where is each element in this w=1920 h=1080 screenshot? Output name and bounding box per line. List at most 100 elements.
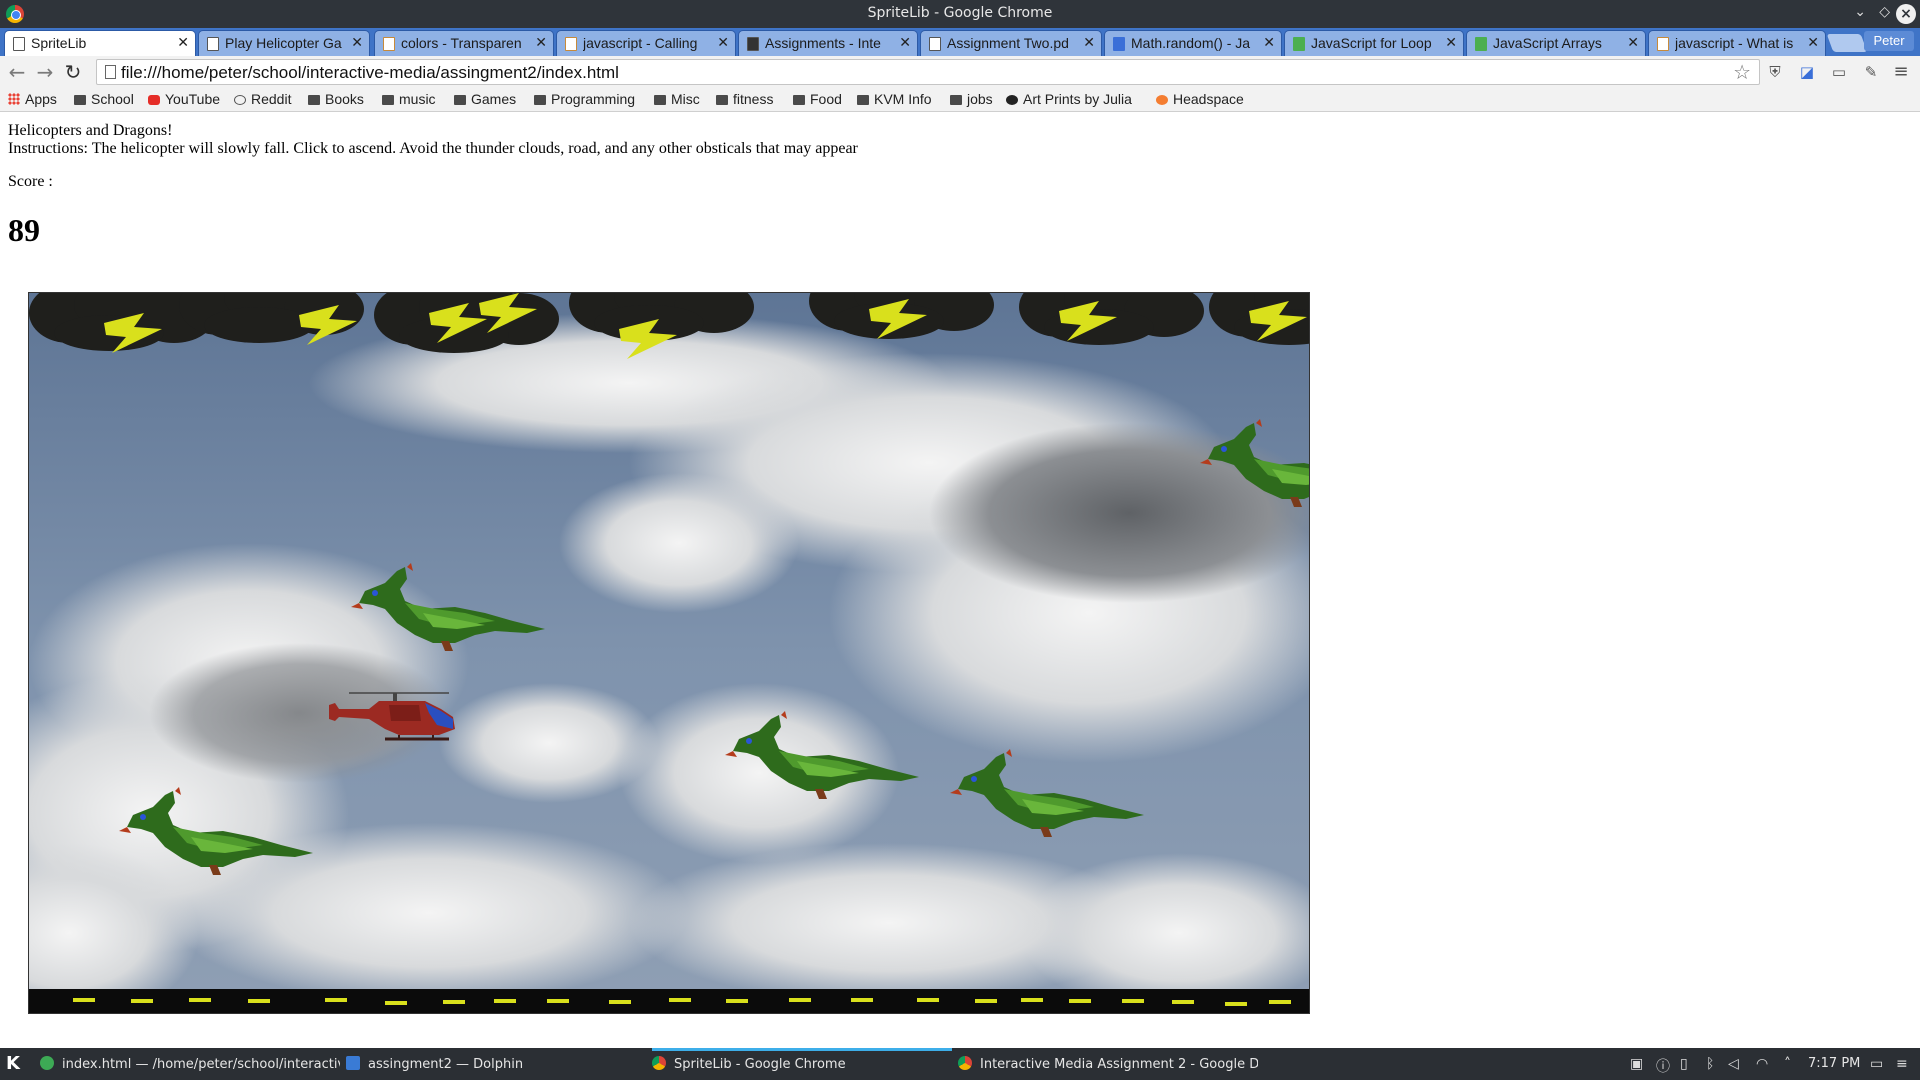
tab-close-icon[interactable]: ✕ [351, 34, 363, 51]
bookmark-youtube[interactable]: YouTube [148, 91, 220, 107]
tab-close-icon[interactable]: ✕ [1445, 34, 1457, 51]
bookmark-label: KVM Info [874, 91, 932, 107]
info-icon[interactable]: ⓘ [1656, 1056, 1670, 1076]
folder-icon [74, 95, 86, 105]
ublock-shield-icon[interactable]: ⛨ [1766, 63, 1784, 81]
tab-javascript-what-is[interactable]: javascript - What is ✕ [1648, 30, 1826, 56]
bookmark-games[interactable]: Games [454, 91, 516, 107]
tab-assignments[interactable]: Assignments - Inte ✕ [738, 30, 918, 56]
score-value: 89 [8, 212, 40, 248]
tab-js-for-loop[interactable]: JavaScript for Loop ✕ [1284, 30, 1464, 56]
profile-button[interactable]: Peter [1864, 31, 1914, 51]
bookmark-kvm-info[interactable]: KVM Info [857, 91, 932, 107]
eyedropper-icon[interactable]: ✎ [1862, 63, 1880, 81]
task-chrome[interactable]: SpriteLib - Google Chrome [652, 1048, 952, 1080]
youtube-icon [148, 95, 160, 105]
tab-label: colors - Transparen [401, 35, 522, 51]
chevron-up-icon[interactable]: ˄ [1784, 1056, 1791, 1072]
page-icon [13, 37, 25, 51]
bookmark-food[interactable]: Food [793, 91, 842, 107]
minimize-icon[interactable]: ⌄ [1854, 4, 1866, 20]
folder-icon [716, 95, 728, 105]
tab-math-random[interactable]: Math.random() - Ja ✕ [1104, 30, 1282, 56]
tab-label: javascript - Calling [583, 35, 698, 51]
folder-icon [950, 95, 962, 105]
bookmark-headspace[interactable]: Headspace [1156, 91, 1244, 107]
tab-close-icon[interactable]: ✕ [1807, 34, 1819, 51]
tab-close-icon[interactable]: ✕ [899, 34, 911, 51]
bookmark-reddit[interactable]: Reddit [234, 91, 291, 107]
bookmark-school[interactable]: School [74, 91, 134, 107]
tab-label: SpriteLib [31, 35, 87, 51]
task-google-docs[interactable]: Interactive Media Assignment 2 - Google … [958, 1048, 1258, 1080]
bookmark-fitness[interactable]: fitness [716, 91, 773, 107]
tab-close-icon[interactable]: ✕ [717, 34, 729, 51]
bookmark-misc[interactable]: Misc [654, 91, 700, 107]
menu-icon[interactable]: ≡ [1892, 63, 1910, 81]
score-label: Score : [8, 173, 53, 190]
kde-launcher-icon[interactable]: K [6, 1053, 20, 1074]
tab-label: Assignments - Inte [765, 35, 881, 51]
bookmark-programming[interactable]: Programming [534, 91, 635, 107]
address-url[interactable]: file:///home/peter/school/interactive-me… [121, 63, 619, 83]
task-editor[interactable]: index.html — /home/peter/school/interact… [40, 1048, 340, 1080]
browser-toolbar: ← → ↻ file:///home/peter/school/interact… [0, 56, 1920, 88]
stackoverflow-icon [1657, 37, 1669, 51]
bookmark-music[interactable]: music [382, 91, 436, 107]
bookmark-books[interactable]: Books [308, 91, 364, 107]
bluetooth-icon[interactable]: ᛒ [1706, 1056, 1714, 1072]
task-label: assingment2 — Dolphin [368, 1057, 524, 1072]
page-icon [207, 37, 219, 51]
show-desktop-icon[interactable]: ▭ [1870, 1056, 1883, 1072]
folder-icon [382, 95, 394, 105]
bookmark-label: Misc [671, 91, 700, 107]
cast-icon[interactable]: ▭ [1830, 63, 1848, 81]
tab-close-icon[interactable]: ✕ [535, 34, 547, 51]
page-info-icon[interactable] [105, 65, 116, 79]
bookmark-label: Headspace [1173, 91, 1244, 107]
desktop-icon[interactable]: ▣ [1630, 1056, 1643, 1072]
bookmark-label: Programming [551, 91, 636, 107]
bookmark-apps[interactable]: Apps [8, 91, 57, 107]
extension-icon[interactable]: ◪ [1798, 63, 1816, 81]
volume-icon[interactable]: ◁ [1728, 1056, 1739, 1072]
tab-label: Play Helicopter Ga [225, 35, 342, 51]
game-title: Helicopters and Dragons! [8, 122, 173, 139]
tab-spritelib[interactable]: SpriteLib ✕ [4, 30, 196, 56]
stackoverflow-icon [383, 37, 395, 51]
folder-icon [534, 95, 546, 105]
tab-close-icon[interactable]: ✕ [177, 34, 189, 51]
folder-icon [793, 95, 805, 105]
mdn-icon [1113, 37, 1125, 51]
bookmark-label: School [91, 91, 134, 107]
tab-label: Math.random() - Ja [1131, 35, 1251, 51]
bookmark-jobs[interactable]: jobs [950, 91, 993, 107]
new-tab-button[interactable] [1826, 34, 1868, 52]
tab-close-icon[interactable]: ✕ [1083, 34, 1095, 51]
tab-js-arrays[interactable]: JavaScript Arrays ✕ [1466, 30, 1646, 56]
tab-javascript-calling[interactable]: javascript - Calling ✕ [556, 30, 736, 56]
road-sprite [29, 989, 1309, 1013]
address-bar[interactable]: file:///home/peter/school/interactive-me… [96, 59, 1760, 85]
game-canvas[interactable] [28, 292, 1310, 1014]
tab-play-helicopter[interactable]: Play Helicopter Ga ✕ [198, 30, 370, 56]
task-dolphin[interactable]: assingment2 — Dolphin [346, 1048, 646, 1080]
tab-assignment-two[interactable]: Assignment Two.pd ✕ [920, 30, 1102, 56]
bookmarks-bar: Apps School YouTube Reddit Books music G… [0, 88, 1920, 112]
wifi-icon[interactable]: ◠ [1756, 1056, 1768, 1072]
tab-colors[interactable]: colors - Transparen ✕ [374, 30, 554, 56]
forward-arrow-icon[interactable]: → [34, 61, 56, 83]
clock[interactable]: 7:17 PM [1808, 1056, 1860, 1071]
tab-close-icon[interactable]: ✕ [1627, 34, 1639, 51]
task-label: index.html — /home/peter/school/interact… [62, 1057, 340, 1072]
back-arrow-icon[interactable]: ← [6, 61, 28, 83]
menu-icon[interactable]: ≡ [1896, 1056, 1908, 1072]
bookmark-star-icon[interactable]: ☆ [1733, 60, 1751, 84]
reload-icon[interactable]: ↻ [62, 61, 84, 83]
battery-icon[interactable]: ▯ [1680, 1056, 1688, 1072]
bookmark-art-prints[interactable]: Art Prints by Julia [1006, 91, 1132, 107]
maximize-icon[interactable]: ◇ [1879, 4, 1890, 20]
headspace-icon [1156, 95, 1168, 105]
close-window-button[interactable]: × [1896, 4, 1916, 24]
tab-close-icon[interactable]: ✕ [1263, 34, 1275, 51]
